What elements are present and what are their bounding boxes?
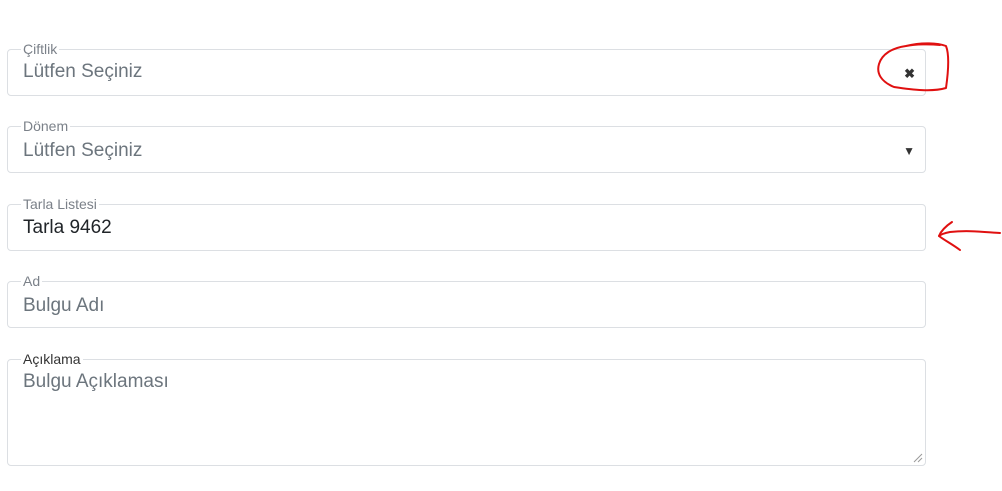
ciftlik-label: Çiftlik xyxy=(21,40,60,58)
tarla-listesi-value: Tarla 9462 xyxy=(23,217,112,238)
close-icon[interactable]: ✖ xyxy=(904,67,915,81)
red-arrow-annotation xyxy=(938,221,1001,251)
aciklama-label: Açıklama xyxy=(21,350,83,368)
ad-placeholder: Bulgu Adı xyxy=(23,295,105,316)
tarla-listesi-field[interactable]: Tarla Listesi Tarla 9462 xyxy=(7,195,926,251)
aciklama-placeholder: Bulgu Açıklaması xyxy=(23,371,169,392)
donem-value: Lütfen Seçiniz xyxy=(23,140,143,161)
form: Çiftlik Lütfen Seçiniz ✖ Dönem Lütfen Se… xyxy=(0,0,1002,491)
chevron-down-icon[interactable]: ▼ xyxy=(903,144,915,158)
ad-input[interactable]: Ad Bulgu Adı xyxy=(7,272,926,328)
ciftlik-select[interactable]: Çiftlik Lütfen Seçiniz ✖ xyxy=(7,40,926,96)
ad-label: Ad xyxy=(21,272,43,290)
resize-grip-icon[interactable] xyxy=(912,452,923,463)
tarla-listesi-label: Tarla Listesi xyxy=(21,195,99,213)
aciklama-textarea[interactable]: Açıklama Bulgu Açıklaması xyxy=(7,350,926,466)
ciftlik-value: Lütfen Seçiniz xyxy=(23,61,143,82)
donem-select[interactable]: Dönem Lütfen Seçiniz ▼ xyxy=(7,117,926,173)
donem-label: Dönem xyxy=(21,117,71,135)
